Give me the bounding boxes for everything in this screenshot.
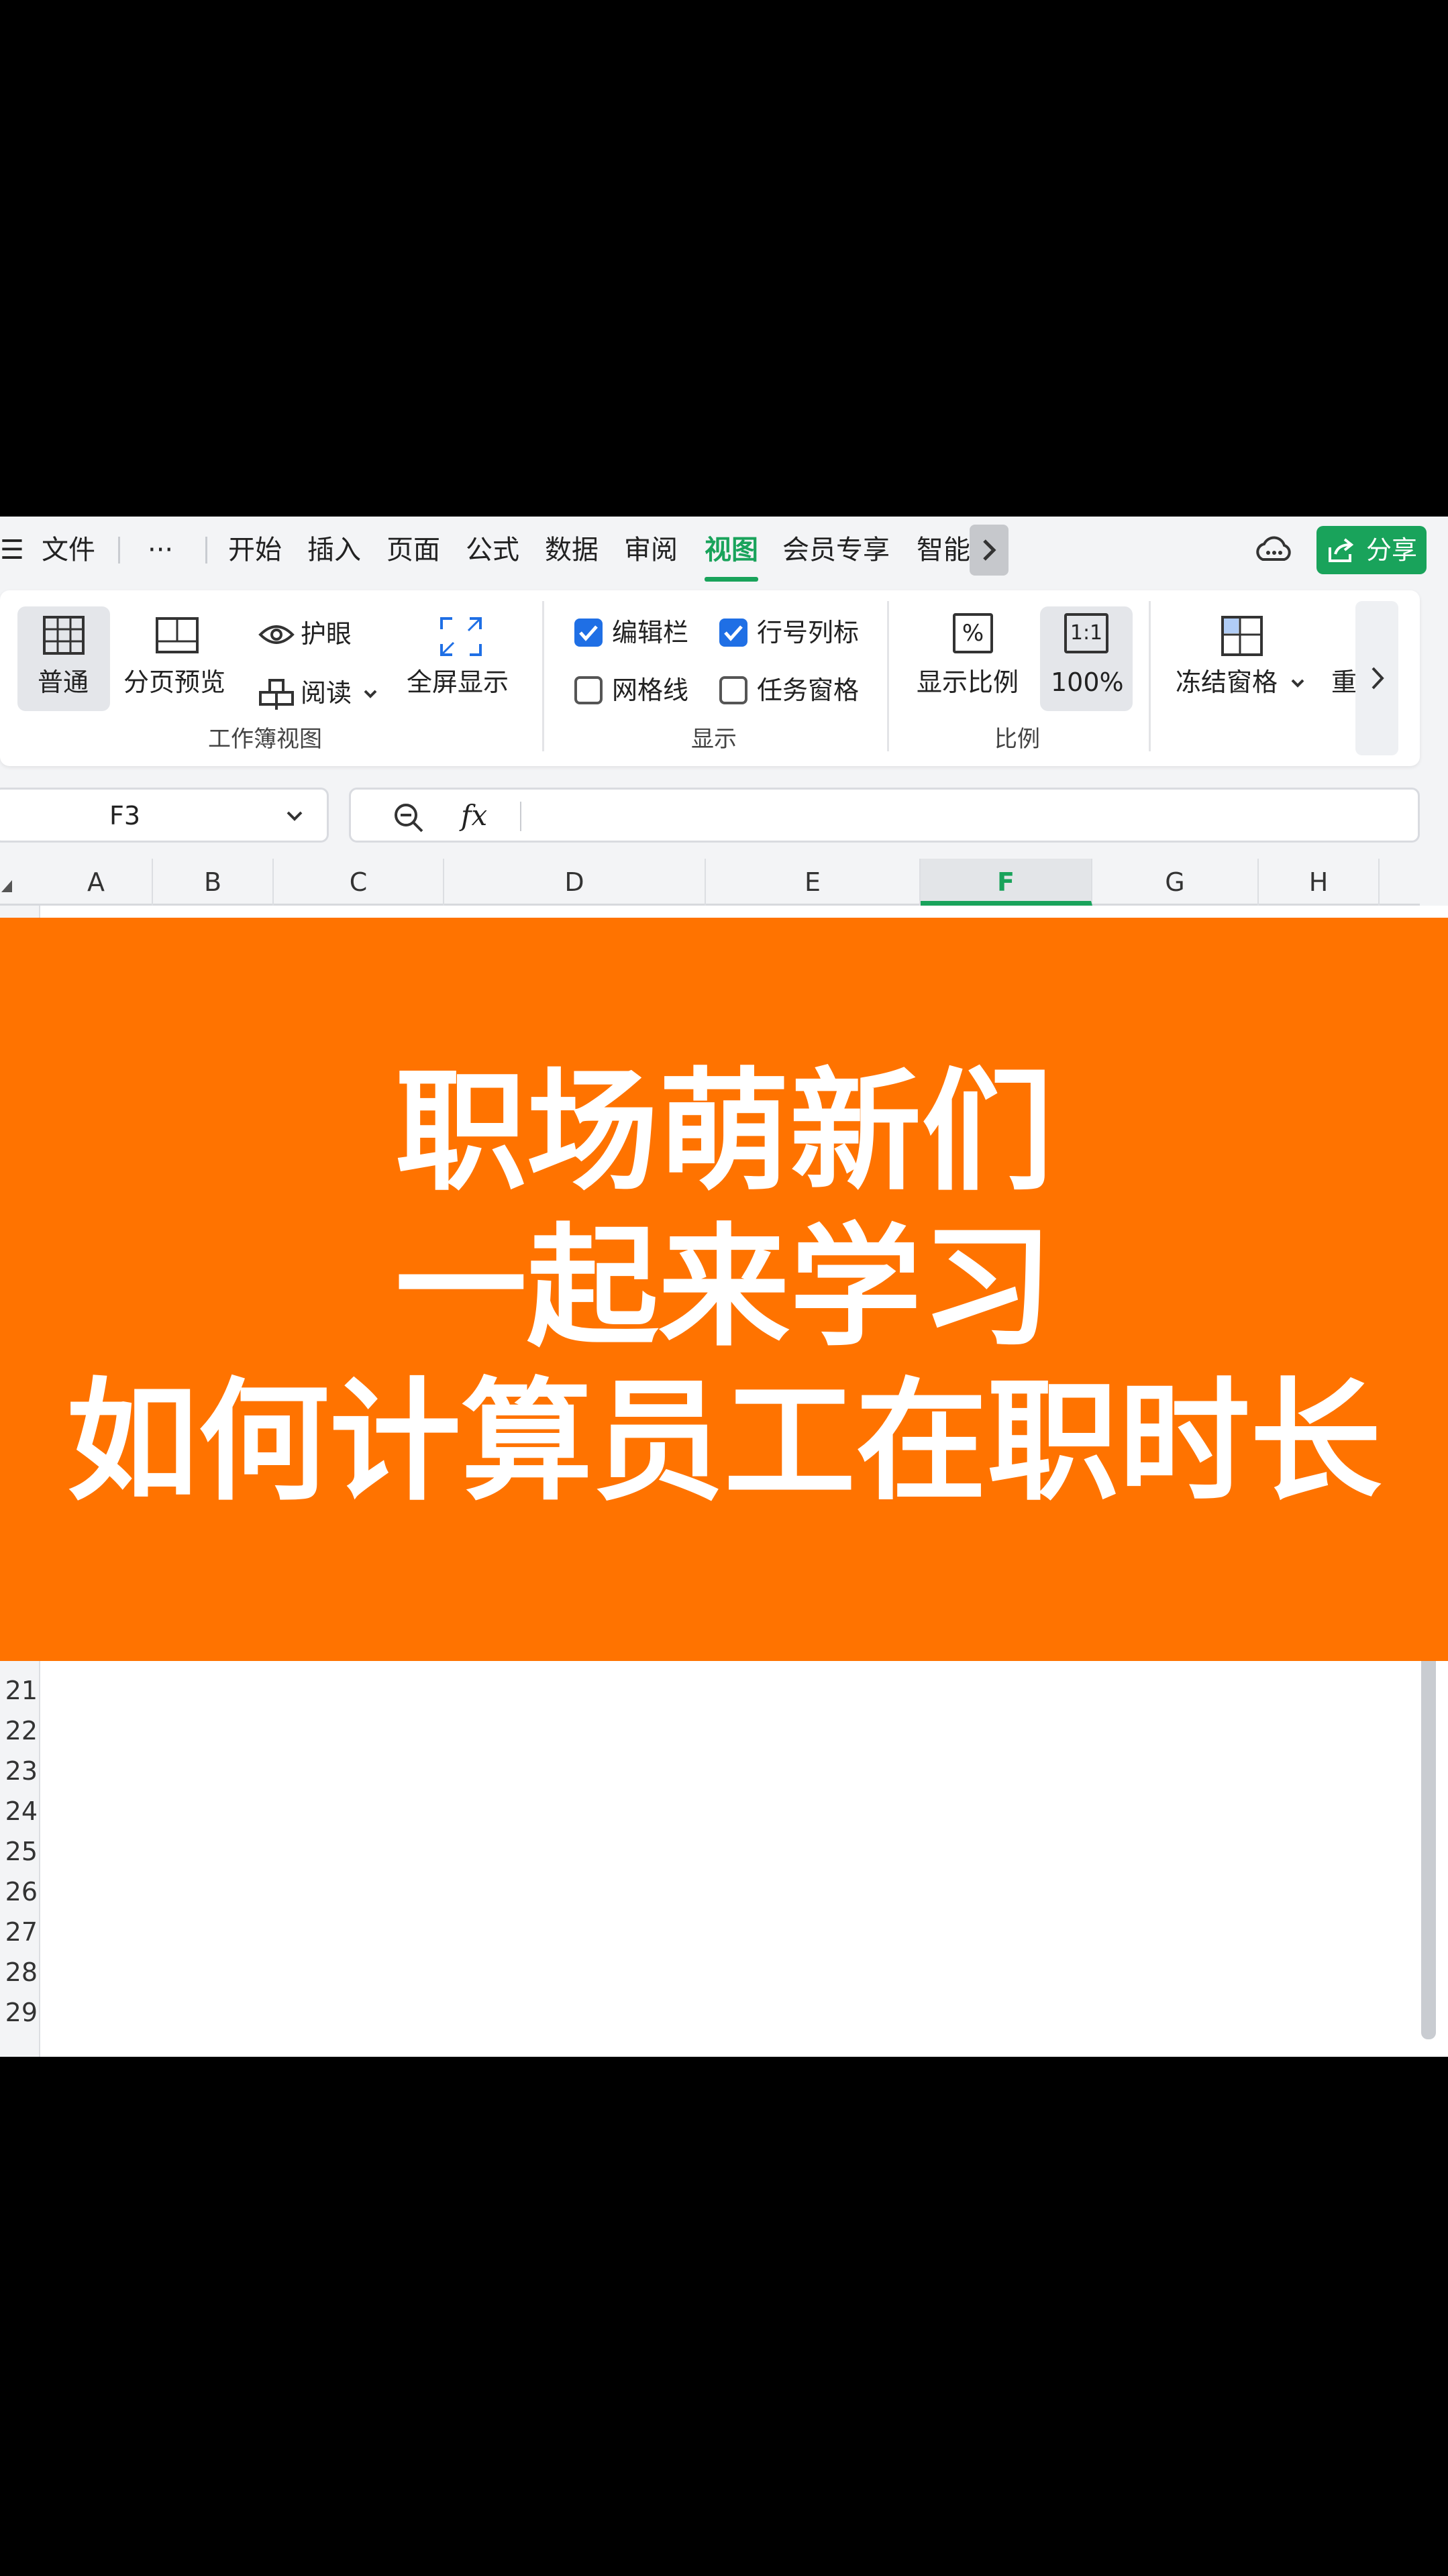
ribbon-view: 普通 分页预览 护眼 阅读 全屏显示 工作簿视图 编辑栏 行号列标 网格线 任务… <box>0 590 1420 766</box>
eye-care-label[interactable]: 护眼 <box>301 617 352 651</box>
zoom-label[interactable]: 显示比例 <box>917 665 1019 699</box>
column-header-f[interactable]: F <box>921 859 1092 906</box>
share-button[interactable]: 分享 <box>1316 526 1427 574</box>
checkmark-icon <box>724 625 743 641</box>
formula-divider <box>520 802 521 831</box>
formula-bar: F3 fx <box>0 788 1420 844</box>
one-to-one-icon: 1:1 <box>1064 613 1108 653</box>
menu-separator <box>118 537 120 564</box>
chevron-right-icon <box>1372 667 1384 690</box>
zoom-out-icon[interactable] <box>393 802 425 834</box>
banner-line-3: 如何计算员工在职时长 <box>66 1366 1382 1519</box>
name-box[interactable]: F3 <box>0 788 329 843</box>
chevron-right-icon <box>983 539 996 561</box>
zoom-100-label: 100% <box>1051 667 1124 697</box>
eye-care-icon[interactable] <box>258 621 295 648</box>
column-header-b[interactable]: B <box>153 859 274 906</box>
rearrange-label-partial[interactable]: 重 <box>1331 665 1357 699</box>
task-pane-label[interactable]: 任务窗格 <box>757 674 859 707</box>
tab-insert[interactable]: 插入 <box>307 531 361 569</box>
scrollbar-thumb[interactable] <box>1421 1650 1436 2039</box>
row-header[interactable]: 29 <box>0 1992 40 2033</box>
banner-line-2: 一起来学习 <box>395 1212 1053 1364</box>
tab-member[interactable]: 会员专享 <box>782 531 890 569</box>
chevron-down-icon[interactable] <box>362 688 378 700</box>
hamburger-menu-icon[interactable]: ☰ <box>0 531 24 569</box>
row-header[interactable]: 25 <box>0 1831 40 1872</box>
row-col-headers-checkbox[interactable] <box>719 619 747 647</box>
column-header-c[interactable]: C <box>274 859 444 906</box>
gridlines-checkbox[interactable] <box>574 676 603 704</box>
tab-smart[interactable]: 智能 <box>917 531 970 569</box>
freeze-panes-icon[interactable] <box>1220 614 1264 657</box>
column-headers: A B C D E F G H <box>0 859 1420 906</box>
formula-bar-checkbox[interactable] <box>574 619 603 647</box>
column-header-h[interactable]: H <box>1259 859 1380 906</box>
share-label: 分享 <box>1366 535 1418 565</box>
row-header[interactable]: 23 <box>0 1751 40 1791</box>
formula-bar-label[interactable]: 编辑栏 <box>612 616 688 649</box>
normal-view-label: 普通 <box>38 667 89 697</box>
active-tab-indicator <box>705 577 758 582</box>
workbook-view-group-title: 工作簿视图 <box>208 726 322 753</box>
chevron-down-icon[interactable] <box>1290 678 1306 690</box>
tab-home[interactable]: 开始 <box>228 531 282 569</box>
page-break-preview-label[interactable]: 分页预览 <box>123 665 225 699</box>
ribbon-divider <box>542 601 544 751</box>
banner-line-1: 职场萌新们 <box>395 1056 1053 1209</box>
row-header[interactable]: 24 <box>0 1791 40 1831</box>
row-header[interactable]: 26 <box>0 1872 40 1912</box>
column-header-a[interactable]: A <box>40 859 153 906</box>
page-break-preview-icon[interactable] <box>153 614 201 656</box>
cell-reference: F3 <box>109 801 141 830</box>
formula-input[interactable]: fx <box>349 788 1420 843</box>
chevron-down-icon[interactable] <box>285 810 304 823</box>
tab-formulas[interactable]: 公式 <box>466 531 519 569</box>
tab-view[interactable]: 视图 <box>705 531 758 569</box>
menu-separator <box>205 537 207 564</box>
reading-mode-label[interactable]: 阅读 <box>301 676 352 710</box>
tab-page[interactable]: 页面 <box>386 531 440 569</box>
reading-mode-icon[interactable] <box>258 678 295 711</box>
show-group-title: 显示 <box>691 726 737 753</box>
menu-bar: ☰ 文件 ··· 开始 插入 页面 公式 数据 审阅 视图 会员专享 智能 分享 <box>0 517 1448 584</box>
ribbon-divider <box>887 601 889 751</box>
fx-icon[interactable]: fx <box>461 798 487 834</box>
tab-data[interactable]: 数据 <box>545 531 599 569</box>
column-header-d[interactable]: D <box>444 859 706 906</box>
zoom-icon[interactable]: % <box>953 613 993 653</box>
freeze-panes-label[interactable]: 冻结窗格 <box>1176 665 1278 699</box>
column-header-g[interactable]: G <box>1092 859 1259 906</box>
select-all-corner-icon[interactable] <box>0 877 15 895</box>
tab-review[interactable]: 审阅 <box>624 531 678 569</box>
row-col-headers-label[interactable]: 行号列标 <box>757 616 859 649</box>
row-header[interactable]: 28 <box>0 1952 40 1992</box>
row-header[interactable]: 22 <box>0 1711 40 1751</box>
full-screen-label[interactable]: 全屏显示 <box>407 665 509 699</box>
ribbon-divider <box>1149 601 1151 751</box>
more-options-icon[interactable]: ··· <box>148 531 173 569</box>
grid-normal-icon <box>43 616 85 655</box>
cloud-sync-icon[interactable] <box>1253 533 1294 568</box>
share-icon <box>1329 538 1354 562</box>
column-header-e[interactable]: E <box>706 859 921 906</box>
menu-file[interactable]: 文件 <box>42 531 95 569</box>
zoom-group-title: 比例 <box>994 726 1040 753</box>
row-header[interactable]: 21 <box>0 1670 40 1711</box>
task-pane-checkbox[interactable] <box>719 676 747 704</box>
full-screen-icon[interactable] <box>437 614 484 659</box>
checkmark-icon <box>579 625 598 641</box>
tabs-scroll-right-button[interactable] <box>970 525 1009 576</box>
ribbon-scroll-right-button[interactable] <box>1355 601 1398 755</box>
gridlines-label[interactable]: 网格线 <box>612 674 688 707</box>
row-header[interactable]: 27 <box>0 1912 40 1952</box>
title-banner: 职场萌新们 一起来学习 如何计算员工在职时长 <box>0 918 1448 1661</box>
